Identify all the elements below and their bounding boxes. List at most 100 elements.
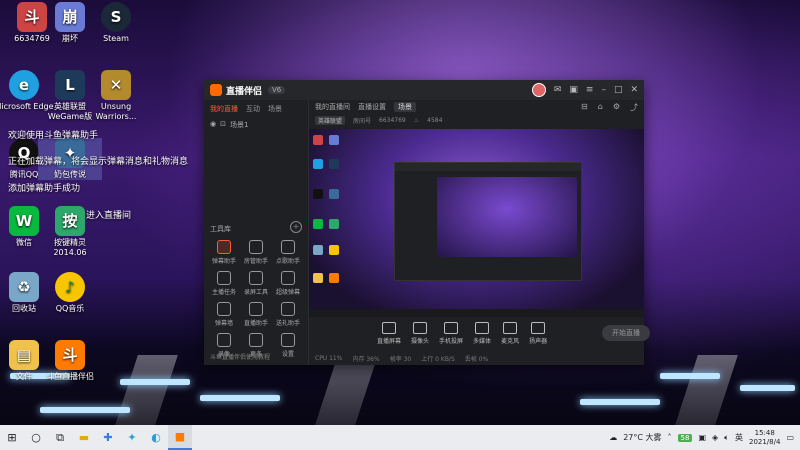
close-icon[interactable]: ✕ [630,85,638,95]
preview-icon [329,245,339,255]
windows-start-icon[interactable]: ⊞ [0,425,24,450]
app-title: 直播伴侣 [226,86,263,97]
tool-item[interactable]: 弹幕墙 [208,302,240,327]
window-titlebar: 直播伴侣 V6 ✉ ▣ ≡ – □ ✕ [204,80,644,100]
speaker-button[interactable]: 扬声器 [529,321,547,345]
desktop-icon-unsung[interactable]: ✕ Unsung Warriors... [84,70,148,122]
tool-icon [249,240,263,254]
desktop-icon-label: 奶包传说 [54,170,86,179]
menu-icon[interactable]: ≡ [586,85,594,95]
button-label: 摄像头 [411,337,430,345]
category-pill[interactable]: 英雄联盟 [315,115,346,125]
tool-item[interactable]: 录屏工具 [240,271,272,296]
tool-grid: 弹幕助手 房管助手 点歌助手 主播任务 录屏工具 超级弹幕 弹幕墙 直播助手 送… [208,240,304,358]
tool-item[interactable]: 点歌助手 [272,240,304,265]
avatar[interactable] [531,83,546,97]
screen-capture-button[interactable]: 直播屏幕 [377,321,401,345]
tool-label: 弹幕助手 [211,258,236,265]
camera-icon [413,321,428,334]
eye-icon[interactable]: ◉ [210,120,216,130]
desktop-icon-steam[interactable]: S Steam [84,2,148,44]
nested-preview-window [394,162,582,281]
gift-icon[interactable]: ▣ [569,85,578,95]
tab-live-settings[interactable]: 直播设置 [358,102,386,112]
start-live-button[interactable]: 开始直播 [602,325,650,341]
clock[interactable]: 15:48 2021/8/4 [749,429,780,447]
light-bar [120,379,190,385]
tool-item[interactable]: 送礼助手 [272,302,304,327]
tab-my-room[interactable]: 我的直播间 [315,102,350,112]
tab-scene[interactable]: 场景 [268,104,282,114]
tutorial-link[interactable]: 斗鱼直播伴侣使用教程 [210,352,270,361]
wechat-icon: W [9,206,39,236]
logo-mark [210,84,222,96]
button-label: 麦克风 [501,337,520,345]
desktop-icon-douyu[interactable]: 斗 斗鱼直播伴侣 [38,340,102,382]
tab-scene-main[interactable]: 场景 [394,102,416,112]
main-toolbar-icons: ⊟ ⌂ ⚙ ⤴ [581,102,638,113]
minimize-icon[interactable]: – [601,85,606,95]
tool-label: 录屏工具 [243,289,268,296]
lock-icon[interactable]: ⊡ [220,120,226,130]
nvidia-icon[interactable]: ▣ [698,433,706,442]
desktop-icon-label: Steam [103,34,129,43]
notification-text: 正在加载弹幕，将会显示弹幕消息和礼物消息 [8,157,189,167]
media-button[interactable]: 多媒体 [473,321,491,345]
camera-button[interactable]: 摄像头 [411,321,430,345]
steam-icon: S [101,2,131,32]
monitor-icon [382,321,396,334]
tool-label: 设置 [281,351,294,358]
left-panel: 我的直播 互动 场景 ◉ ⊡ 场景1 工具库 + 弹幕助手 房管助手 点歌助手 … [204,100,309,365]
maximize-icon[interactable]: □ [614,85,623,95]
preview-icon [329,135,339,145]
notification-center-icon[interactable]: ▭ [786,433,794,442]
taskbar-app-icon[interactable]: ✚ [96,425,120,450]
cloud-icon[interactable]: ☁ [609,433,617,442]
tab-interaction[interactable]: 互动 [246,104,260,114]
search-icon[interactable]: ○ [24,425,48,450]
settings-icon[interactable]: ⚙ [613,102,620,113]
share-icon[interactable]: ⌂ [598,102,603,113]
add-tool-button[interactable]: + [290,221,302,233]
ime-indicator[interactable]: 英 [735,432,743,443]
weather-text[interactable]: 27°C 大雾 [623,432,661,443]
file-explorer-icon[interactable]: ▬ [72,425,96,450]
edge-taskbar-icon[interactable]: ◐ [144,425,168,450]
message-icon[interactable]: ✉ [554,85,562,95]
battery-level[interactable]: 58 [677,433,693,442]
light-beam [102,355,178,425]
volume-icon[interactable]: 🔈︎ [724,433,729,443]
tool-item[interactable]: 直播助手 [240,302,272,327]
preview-taskbar [309,309,644,317]
scene-layer-row[interactable]: ◉ ⊡ 场景1 [204,118,308,132]
tool-item[interactable]: 主播任务 [208,271,240,296]
tools-title: 工具库 [210,225,231,233]
phone-cast-button[interactable]: 手机投屏 [439,321,463,345]
douyu-taskbar-icon[interactable]: ■ [168,425,192,450]
kingsoft-icon[interactable]: ✦ [120,425,144,450]
tool-item[interactable]: 房管助手 [240,240,272,265]
tool-label: 超级弹幕 [275,289,300,296]
light-beam [662,355,738,425]
tool-item[interactable]: 超级弹幕 [272,271,304,296]
preview-icon [329,159,339,169]
tool-item[interactable]: 弹幕助手 [208,240,240,265]
drop-status: 丢帧 0% [464,355,489,363]
desktop-icon-qqmusic[interactable]: ♪ QQ音乐 [38,272,102,314]
windows-taskbar: ⊞ ○ ⧉ ▬ ✚ ✦ ◐ ■ ☁ 27°C 大雾 ˄ 58 ▣ ◈ 🔈︎ 英 … [0,425,800,450]
task-view-icon[interactable]: ⧉ [48,425,72,450]
chevron-up-icon[interactable]: ˄ [668,433,672,442]
tool-item[interactable]: 设置 [272,333,304,358]
nested-titlebar [395,163,581,171]
tool-icon [281,302,295,316]
light-bar [660,373,720,379]
network-icon[interactable]: ◈ [712,433,718,442]
clock-time: 15:48 [754,428,775,437]
unsung-warriors-icon: ✕ [101,70,131,100]
share-link-icon[interactable]: ⤴ [630,102,638,113]
light-bar [200,395,280,401]
record-icon[interactable]: ⊟ [581,102,588,113]
microphone-button[interactable]: 麦克风 [501,321,520,345]
stream-preview[interactable] [309,129,644,317]
tab-my-live[interactable]: 我的直播 [210,104,238,114]
